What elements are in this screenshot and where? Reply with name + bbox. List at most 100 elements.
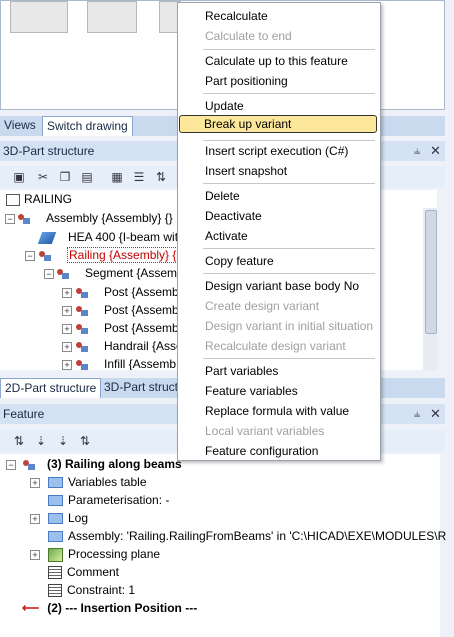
menu-item-part-positioning[interactable]: Part positioning [205, 71, 288, 91]
feature-label: Assembly: 'Railing.RailingFromBeams' in … [68, 529, 447, 543]
menu-item-feature-variables[interactable]: Feature variables [205, 381, 298, 401]
expand-icon[interactable]: + [62, 360, 72, 370]
feature-label: Log [68, 511, 89, 525]
expand-icon[interactable]: + [30, 550, 40, 560]
table-icon [48, 477, 63, 489]
expand-icon[interactable]: + [62, 324, 72, 334]
tree-scrollbar-thumb[interactable] [425, 210, 437, 334]
menu-item-deactivate[interactable]: Deactivate [205, 206, 262, 226]
menu-item-design-variant-initial[interactable]: Design variant in initial situation [205, 316, 373, 336]
insert-icon[interactable]: ▦ [110, 170, 124, 184]
feature-row-railing-along-beams[interactable]: (3) Railing along beams [22, 455, 182, 473]
menu-item-activate[interactable]: Activate [205, 226, 248, 246]
sort-1-icon[interactable]: ⇅ [12, 434, 26, 448]
tree-row-post-2[interactable]: Post {Assemb [75, 301, 179, 319]
feature-row-processing-plane[interactable]: Processing plane [48, 545, 160, 563]
context-menu: Recalculate Calculate to end Calculate u… [177, 2, 381, 461]
constraint-icon [48, 584, 62, 598]
menu-item-replace-formula[interactable]: Replace formula with value [205, 401, 349, 421]
expand-icon[interactable]: + [62, 306, 72, 316]
feature-label: Constraint: 1 [67, 583, 136, 597]
menu-item-part-variables[interactable]: Part variables [205, 361, 278, 381]
thumbnail-2[interactable] [87, 1, 137, 33]
menu-item-create-design-variant[interactable]: Create design variant [205, 296, 319, 316]
assembly-icon [56, 268, 70, 280]
tree-row-post-3[interactable]: Post {Assemb [75, 319, 179, 337]
sort-2-icon[interactable]: ⇣ [34, 434, 48, 448]
thumbnail-1[interactable] [10, 1, 68, 33]
pin-icon[interactable]: ⫨ [414, 404, 420, 424]
menu-item-recalculate-design-variant[interactable]: Recalculate design variant [205, 336, 346, 356]
tree-row-railing-root[interactable]: RAILING [6, 190, 72, 208]
tree-label: RAILING [24, 192, 73, 206]
collapse-icon[interactable]: − [6, 460, 16, 470]
assembly-icon [75, 359, 89, 370]
collapse-icon[interactable]: − [44, 269, 54, 279]
feature-row-insertion-position[interactable]: ⟵ (2) --- Insertion Position --- [22, 599, 197, 617]
tab-3d-part-structure[interactable]: 3D-Part structu [100, 378, 189, 398]
preview-icon[interactable]: ▣ [12, 170, 26, 184]
menu-item-delete[interactable]: Delete [205, 186, 240, 206]
feature-row-constraint[interactable]: Constraint: 1 [48, 581, 135, 599]
feature-row-assembly-path[interactable]: Assembly: 'Railing.RailingFromBeams' in … [48, 527, 446, 545]
menu-item-update[interactable]: Update [205, 96, 244, 116]
menu-item-break-up-variant[interactable]: Break up variant [179, 115, 377, 133]
feature-label: Comment [67, 565, 120, 579]
menu-item-design-variant-base-body[interactable]: Design variant base body No [205, 276, 359, 296]
tab-2d-part-structure[interactable]: 2D-Part structure [0, 378, 102, 398]
menu-item-insert-snapshot[interactable]: Insert snapshot [205, 161, 287, 181]
tree-row-hea400[interactable]: HEA 400 {I-beam wit [37, 228, 178, 246]
menu-item-feature-configuration[interactable]: Feature configuration [205, 441, 318, 461]
assembly-icon [75, 287, 89, 299]
tree-row-infill[interactable]: Infill {Assemb [75, 355, 176, 370]
expand-icon[interactable]: + [62, 288, 72, 298]
feature-row-variables-table[interactable]: Variables table [48, 473, 147, 491]
sort-3-icon[interactable]: ⇣ [56, 434, 70, 448]
list-icon[interactable]: ☰ [132, 170, 146, 184]
expand-icon[interactable]: + [30, 514, 40, 524]
collapse-icon[interactable]: − [25, 251, 35, 261]
arrow-left-icon: ⟵ [22, 601, 40, 615]
collapse-icon[interactable]: − [5, 214, 15, 224]
cut-icon[interactable]: ✂ [36, 170, 50, 184]
parameter-icon [48, 495, 63, 507]
pin-icon[interactable]: ⫨ [414, 141, 420, 161]
feature-row-comment[interactable]: Comment [48, 563, 119, 581]
menu-item-recalculate[interactable]: Recalculate [205, 6, 268, 26]
assembly-icon [38, 250, 52, 262]
paste-icon[interactable]: ▤ [80, 170, 94, 184]
copy-icon[interactable]: ❐ [58, 170, 72, 184]
tree-row-segment[interactable]: Segment {Assem [56, 264, 177, 282]
feature-row-log[interactable]: Log [48, 509, 88, 527]
sort-icon[interactable]: ⇅ [154, 170, 168, 184]
tree-row-post-1[interactable]: Post {Assemb [75, 283, 179, 301]
tree-row-handrail[interactable]: Handrail {Assem [75, 337, 193, 355]
drawing-icon [6, 193, 20, 206]
tree-row-assembly[interactable]: Assembly {Assembly} {} [17, 209, 173, 227]
close-icon[interactable]: ✕ [430, 141, 441, 161]
assembly-icon [17, 213, 31, 225]
tree-label: Post {Assemb [104, 285, 179, 299]
menu-item-local-variant-variables[interactable]: Local variant variables [205, 421, 324, 441]
menu-item-calculate-to-end[interactable]: Calculate to end [205, 26, 292, 46]
tree-row-railing-assembly[interactable]: Railing {Assembly} { [38, 246, 179, 264]
expand-icon[interactable]: + [62, 342, 72, 352]
panel-feature-title: Feature [3, 407, 45, 421]
tree-label: Infill {Assemb [104, 357, 177, 370]
menu-item-copy-feature[interactable]: Copy feature [205, 251, 274, 271]
feature-label: Variables table [68, 475, 147, 489]
expand-icon[interactable]: + [30, 478, 40, 488]
sort-4-icon[interactable]: ⇅ [78, 434, 92, 448]
assembly-icon [75, 323, 89, 335]
comment-icon [48, 566, 62, 580]
tab-views[interactable]: Views [0, 116, 40, 136]
menu-item-insert-script[interactable]: Insert script execution (C#) [205, 141, 348, 161]
tab-switch-drawing[interactable]: Switch drawing [42, 116, 133, 136]
menu-item-break-up-variant-label: Break up variant [204, 117, 292, 131]
tree-label: Post {Assemb [104, 303, 179, 317]
feature-row-parameterisation[interactable]: Parameterisation: - [48, 491, 169, 509]
assembly-icon [75, 341, 89, 353]
beam-icon [37, 231, 57, 244]
close-icon[interactable]: ✕ [430, 404, 441, 424]
menu-item-calculate-up-to-feature[interactable]: Calculate up to this feature [205, 51, 348, 71]
